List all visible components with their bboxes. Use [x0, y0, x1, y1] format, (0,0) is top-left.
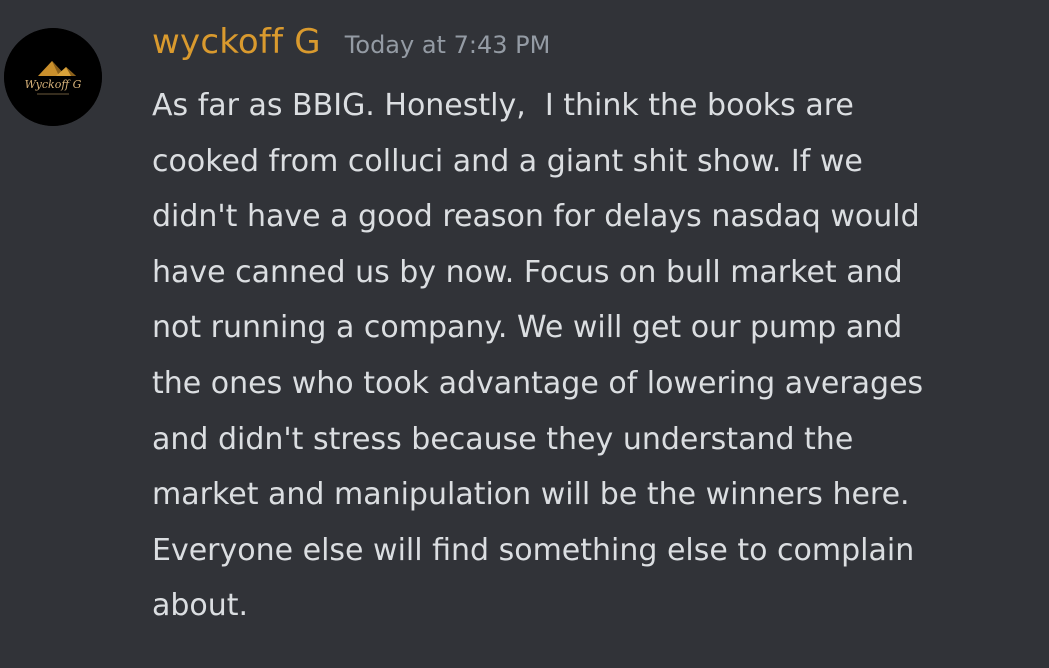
- message-line: and didn't stress because they understan…: [152, 421, 854, 457]
- message-line: about.: [152, 588, 249, 624]
- avatar-logo-icon: Wyckoff G: [4, 28, 102, 126]
- chat-message: Wyckoff G wyckoff G Today at 7:43 PM As …: [0, 0, 1049, 668]
- message-line: Everyone else will find something else t…: [152, 532, 915, 568]
- message-line: the ones who took advantage of lowering …: [152, 365, 924, 401]
- message-content: wyckoff G Today at 7:43 PM As far as BBI…: [152, 22, 1032, 634]
- avatar[interactable]: Wyckoff G: [4, 28, 102, 126]
- message-line: didn't have a good reason for delays nas…: [152, 199, 920, 235]
- message-line: cooked from colluci and a giant shit sho…: [152, 143, 863, 179]
- message-line: As far as BBIG. Honestly, I think the bo…: [152, 88, 854, 123]
- avatar-logo-text: Wyckoff G: [25, 78, 82, 91]
- message-line: not running a company. We will get our p…: [152, 310, 903, 346]
- author-name[interactable]: wyckoff G: [152, 22, 321, 62]
- message-line: have canned us by now. Focus on bull mar…: [152, 254, 903, 290]
- message-body: As far as BBIG. Honestly, I think the bo…: [152, 78, 1032, 634]
- message-header: wyckoff G Today at 7:43 PM: [152, 22, 1032, 72]
- message-line: market and manipulation will be the winn…: [152, 477, 910, 513]
- message-timestamp[interactable]: Today at 7:43 PM: [345, 31, 551, 59]
